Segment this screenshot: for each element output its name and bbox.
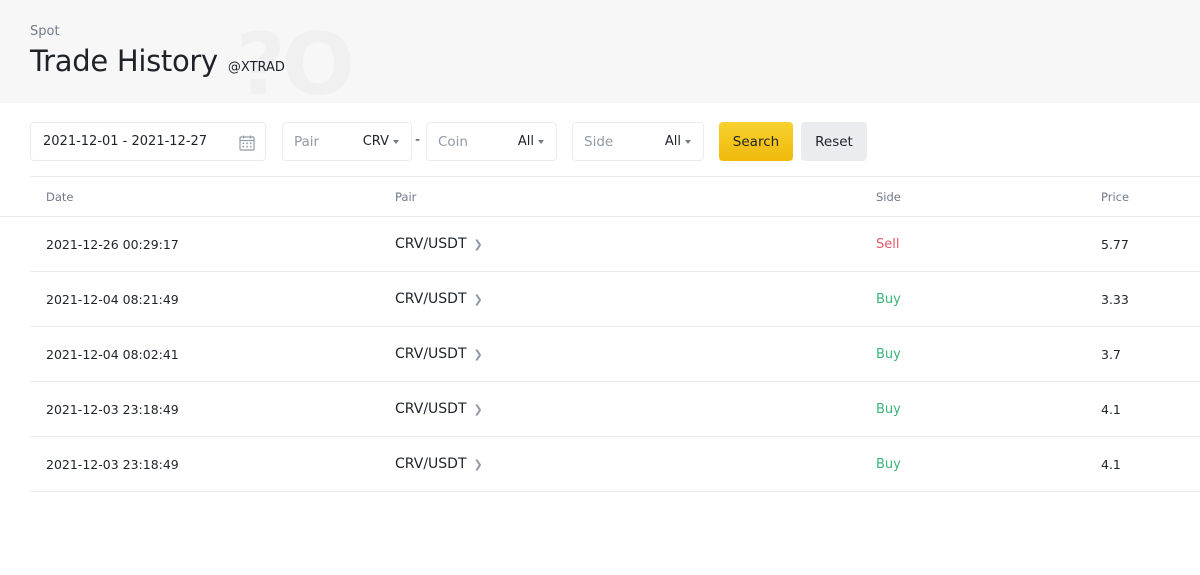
trade-price: 4.1 <box>1101 402 1121 417</box>
pair-coin-separator: - <box>415 132 421 148</box>
calendar-icon[interactable] <box>238 134 256 152</box>
date-range-picker[interactable]: 2021-12-01 - 2021-12-27 <box>30 122 266 161</box>
trade-date: 2021-12-26 00:29:17 <box>46 237 179 252</box>
table-row: 2021-12-03 23:18:49 CRV/USDT ❯ Buy 4.1 <box>30 437 1200 492</box>
table-row: 2021-12-03 23:18:49 CRV/USDT ❯ Buy 4.1 <box>30 382 1200 437</box>
page-header: ?O Spot Trade History @XTRAD <box>0 0 1200 108</box>
trade-date: 2021-12-03 23:18:49 <box>46 457 179 472</box>
pair-select-value: CRV <box>363 134 399 149</box>
reset-button[interactable]: Reset <box>801 122 867 161</box>
trade-side: Buy <box>876 292 901 307</box>
trade-price: 3.33 <box>1101 292 1129 307</box>
trade-pair-link[interactable]: CRV/USDT ❯ <box>395 236 483 252</box>
trade-pair-link[interactable]: CRV/USDT ❯ <box>395 401 483 417</box>
side-select-label: Side <box>584 133 614 150</box>
trade-pair: CRV/USDT <box>395 346 467 362</box>
trade-pair: CRV/USDT <box>395 401 467 417</box>
trade-side: Sell <box>876 237 900 252</box>
trade-side: Buy <box>876 402 901 417</box>
table-row: 2021-12-26 00:29:17 CRV/USDT ❯ Sell 5.77 <box>30 217 1200 272</box>
caret-down-icon <box>685 139 691 144</box>
chevron-right-icon: ❯ <box>473 457 483 471</box>
trade-pair-link[interactable]: CRV/USDT ❯ <box>395 291 483 307</box>
trade-price: 4.1 <box>1101 457 1121 472</box>
trade-price: 5.77 <box>1101 237 1129 252</box>
column-header-date: Date <box>46 190 74 204</box>
coin-select[interactable]: Coin All <box>426 122 557 161</box>
column-header-pair: Pair <box>395 190 417 204</box>
page-title: Trade History <box>30 44 218 78</box>
trade-pair-link[interactable]: CRV/USDT ❯ <box>395 456 483 472</box>
coin-select-label: Coin <box>438 133 468 150</box>
account-handle: @XTRAD <box>227 60 285 75</box>
table-row: 2021-12-04 08:21:49 CRV/USDT ❯ Buy 3.33 <box>30 272 1200 327</box>
chevron-right-icon: ❯ <box>473 347 483 361</box>
table-row: 2021-12-04 08:02:41 CRV/USDT ❯ Buy 3.7 <box>30 327 1200 382</box>
trade-side: Buy <box>876 457 901 472</box>
title-row: Trade History @XTRAD <box>30 44 285 78</box>
coin-select-value: All <box>518 134 544 149</box>
trade-price: 3.7 <box>1101 347 1121 362</box>
side-select-value: All <box>665 134 691 149</box>
table-header: Date Pair Side Price <box>0 177 1200 217</box>
chevron-right-icon: ❯ <box>473 402 483 416</box>
trade-date: 2021-12-04 08:21:49 <box>46 292 179 307</box>
trade-pair-link[interactable]: CRV/USDT ❯ <box>395 346 483 362</box>
trade-pair: CRV/USDT <box>395 236 467 252</box>
trade-date: 2021-12-03 23:18:49 <box>46 402 179 417</box>
trade-pair: CRV/USDT <box>395 291 467 307</box>
breadcrumb[interactable]: Spot <box>30 24 60 39</box>
trade-side: Buy <box>876 347 901 362</box>
caret-down-icon <box>538 139 544 144</box>
column-header-side: Side <box>876 190 901 204</box>
pair-select[interactable]: Pair CRV <box>282 122 412 161</box>
caret-down-icon <box>393 139 399 144</box>
side-selected-text: All <box>664 134 681 149</box>
chevron-right-icon: ❯ <box>473 237 483 251</box>
trade-pair: CRV/USDT <box>395 456 467 472</box>
coin-selected-text: All <box>517 134 534 149</box>
side-select[interactable]: Side All <box>572 122 704 161</box>
pair-select-label: Pair <box>294 133 320 150</box>
chevron-right-icon: ❯ <box>473 292 483 306</box>
trade-date: 2021-12-04 08:02:41 <box>46 347 179 362</box>
search-button[interactable]: Search <box>719 122 793 161</box>
column-header-price: Price <box>1101 190 1130 204</box>
date-range-value: 2021-12-01 - 2021-12-27 <box>43 134 208 149</box>
pair-selected-text: CRV <box>362 134 389 149</box>
